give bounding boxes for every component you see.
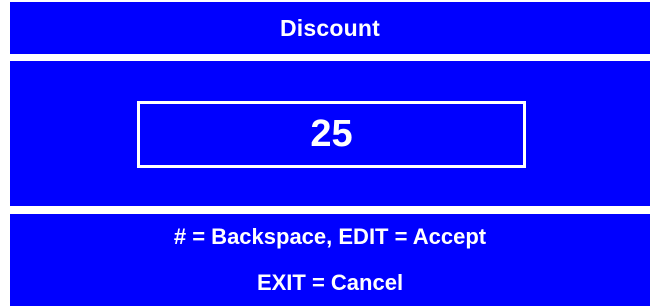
entry-panel: 25: [10, 61, 650, 206]
instruction-line-backspace-accept: # = Backspace, EDIT = Accept: [173, 224, 487, 249]
instructions-panel: # = Backspace, EDIT = Accept EXIT = Canc…: [10, 214, 650, 306]
discount-value: 25: [310, 113, 353, 155]
title-bar: Discount: [10, 2, 650, 54]
discount-value-field[interactable]: 25: [137, 101, 526, 168]
screen-title: Discount: [280, 14, 380, 41]
instruction-line-cancel: EXIT = Cancel: [256, 270, 404, 295]
